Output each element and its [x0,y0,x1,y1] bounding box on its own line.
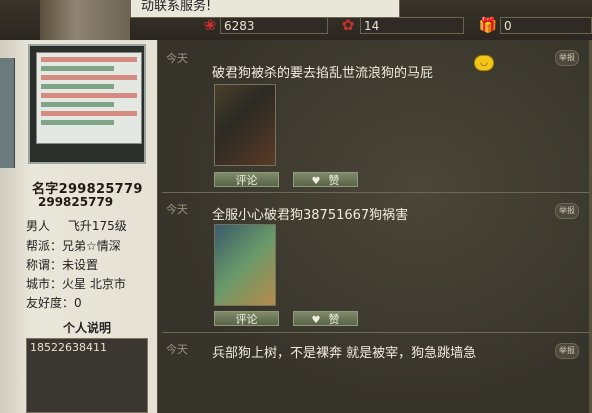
top-bar: 动联系服务! ❀ 6283 ✿ 14 🎁 0 [0,0,592,40]
comment-button[interactable]: 评论 [214,311,279,326]
post-image[interactable] [214,224,276,306]
post-text: 破君狗被杀的要去掐乱世流浪狗的马屁 [212,66,434,81]
stat-flowers: 14 [360,17,464,34]
stat-gifts: 0 [500,17,592,34]
like-label: 赞 [328,313,340,326]
heart-icon: ♥ [311,315,321,326]
post-text: 全服小心破君狗38751667狗祸害 [212,208,409,223]
report-button[interactable]: 举报 [555,203,579,219]
comment-label: 评论 [235,313,258,326]
post-divider [162,192,589,193]
post-text: 兵部狗上树，不是裸奔 就是被宰，狗急跳墙急 [212,346,477,361]
report-button[interactable]: 举报 [555,343,579,359]
stat-popularity: 6283 [220,17,328,34]
panel-edge [0,58,15,168]
city: 城市：火星 北京市 [26,277,126,291]
title: 称谓：未设置 [26,258,99,272]
photo-screenshot [36,52,142,144]
post-time: 今天 [166,343,188,356]
character-decoration [40,0,130,40]
friendship: 友好度：0 [26,296,82,310]
post-time: 今天 [166,203,188,216]
smiley-icon: ◡ [474,55,494,71]
flower-icon: ❀ [203,16,217,34]
rose-icon: ✿ [341,16,355,34]
heart-icon: ♥ [311,176,321,187]
comment-label: 评论 [235,174,258,187]
profile-photo[interactable] [28,44,146,164]
user-id: 299825779 [38,195,114,209]
gender: 男人 [26,219,51,233]
level: 飞升175级 [67,219,127,233]
gift-icon: 🎁 [478,16,498,34]
like-label: 赞 [328,174,340,187]
report-button[interactable]: 举报 [555,50,579,66]
profile-panel: 名字299825779 299825779 男人 飞升175级 帮派：兄弟☆情深… [0,40,157,413]
about-text: 18522638411 [26,338,148,413]
message-feed: 今天 举报 破君狗被杀的要去掐乱世流浪狗的马屁 ◡ 评论 ♥ 赞 今天 举报 全服… [157,40,592,413]
post-image[interactable] [214,84,276,166]
about-heading: 个人说明 [62,321,111,335]
system-message: 动联系服务! [130,0,400,18]
post-divider [162,332,589,333]
guild: 帮派：兄弟☆情深 [26,239,121,253]
gender-level-row: 男人 飞升175级 [26,217,127,234]
post-time: 今天 [166,52,188,65]
like-button[interactable]: ♥ 赞 [293,311,358,326]
comment-button[interactable]: 评论 [214,172,279,187]
like-button[interactable]: ♥ 赞 [293,172,358,187]
